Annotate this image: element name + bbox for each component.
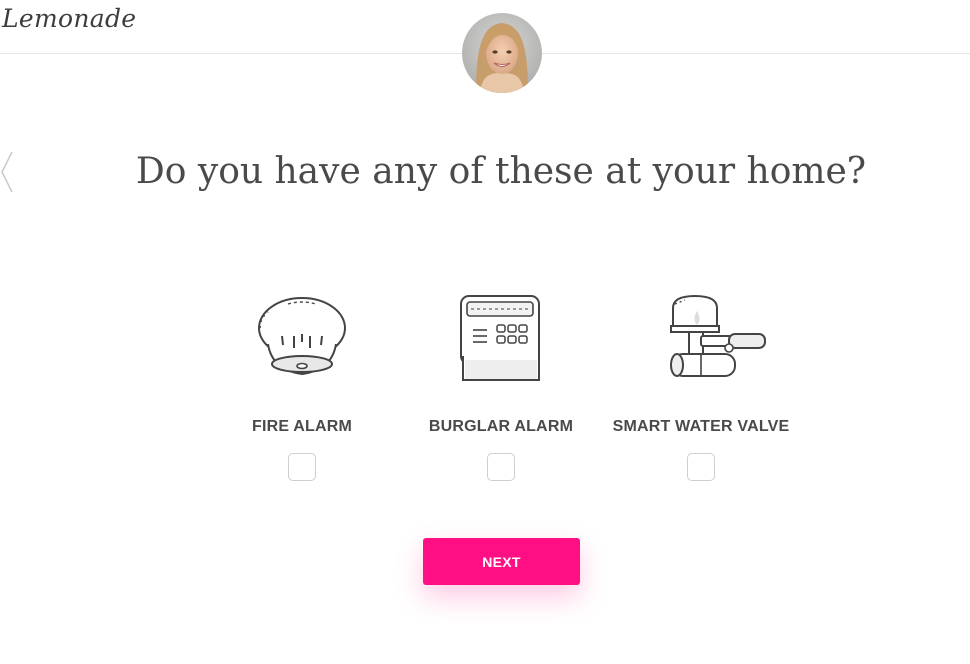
options-group: FIRE ALARM BURGLAR ALARM SMART WATER VAL… <box>0 290 970 490</box>
smart-water-valve-icon <box>670 294 766 377</box>
fire-alarm-checkbox[interactable] <box>288 453 316 481</box>
burglar-alarm-icon <box>460 295 540 381</box>
option-fire-alarm[interactable]: FIRE ALARM <box>202 290 402 490</box>
page: Lemonade Do you have any of these at you… <box>0 0 970 664</box>
option-smart-water-valve[interactable]: SMART WATER VALVE <box>601 290 801 490</box>
avatar <box>462 13 542 93</box>
question-title: Do you have any of these at your home? <box>135 151 867 192</box>
lemonade-logo[interactable]: Lemonade <box>2 2 136 36</box>
next-button[interactable]: NEXT <box>423 538 580 585</box>
fire-alarm-icon <box>258 297 346 376</box>
smart-water-valve-checkbox[interactable] <box>687 453 715 481</box>
option-burglar-alarm[interactable]: BURGLAR ALARM <box>401 290 601 490</box>
burglar-alarm-checkbox[interactable] <box>487 453 515 481</box>
option-label: SMART WATER VALVE <box>612 418 790 435</box>
